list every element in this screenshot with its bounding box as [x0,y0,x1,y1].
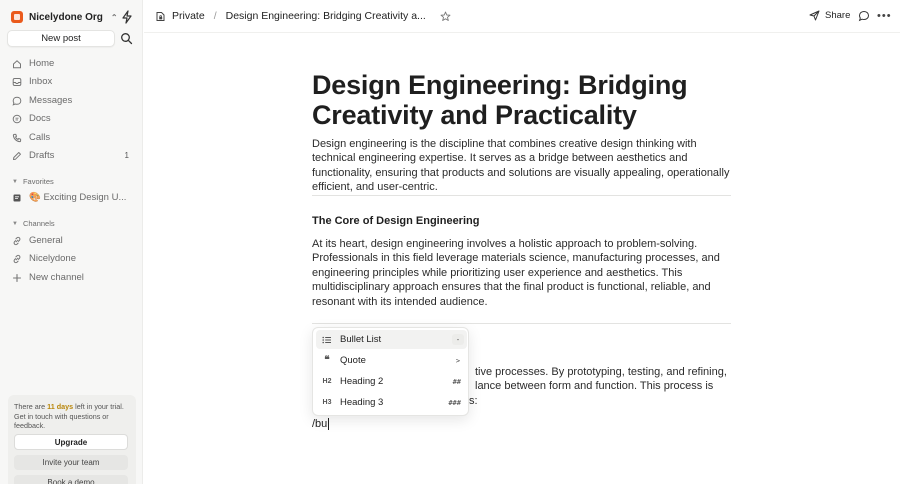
search-icon[interactable] [120,32,133,45]
triangle-down-icon: ▼ [12,220,18,227]
shortcut-hint: ### [448,398,461,407]
typing-line[interactable]: /bu [312,418,330,430]
sidebar-item-label: Docs [29,113,51,124]
sidebar: Nicelydone Org ⌃ New post Home Inbox Mes… [0,0,143,484]
menu-item-label: Bullet List [340,334,382,345]
sidebar-item-label: Home [29,58,55,69]
trial-message: There are 11 days left in your trial. Ge… [14,402,130,431]
page-title[interactable]: Design Engineering: Bridging Creativity … [312,70,732,130]
divider [312,195,731,196]
slash-command-menu: Bullet List - ❝ Quote > H2 Heading 2 ## … [312,327,469,416]
upgrade-button[interactable]: Upgrade [14,434,128,450]
menu-item-quote[interactable]: ❝ Quote > [316,351,467,370]
inbox-icon [12,77,22,86]
org-name: Nicelydone Org [29,11,103,23]
typed-command: /bu [312,418,328,430]
sidebar-item-label: Drafts [29,150,55,161]
sidebar-item-label: Inbox [29,76,53,87]
trial-banner: There are 11 days left in your trial. Ge… [8,395,136,484]
new-channel-label: New channel [29,272,84,283]
comment-icon[interactable] [858,10,870,22]
heading-2-icon: H2 [322,378,332,385]
top-bar: Private / Design Engineering: Bridging C… [144,0,900,33]
triangle-down-icon: ▼ [12,178,18,185]
menu-item-bullet-list[interactable]: Bullet List - [316,330,467,349]
drafts-count-badge: 1 [124,151,129,160]
text-caret [328,418,330,430]
shortcut-hint: - [452,334,464,345]
sidebar-item-label: Calls [29,132,51,143]
sidebar-item-label: Nicelydone [29,253,76,264]
new-post-button[interactable]: New post [7,30,115,47]
sidebar-item-label: Messages [29,95,73,106]
chevron-updown-icon: ⌃ [110,12,118,22]
channels-label: Channels [22,219,55,228]
home-icon [13,59,21,68]
pencil-icon [13,151,21,160]
favorite-item-doc[interactable]: 🎨 Exciting Design U... [7,189,135,206]
favorites-section-toggle[interactable]: ▼ Favorites [12,177,54,186]
breadcrumb: Private / Design Engineering: Bridging C… [155,10,451,22]
org-logo-icon [11,11,23,23]
message-icon [12,96,22,106]
sidebar-item-messages[interactable]: Messages [7,92,135,109]
partial-text-line[interactable]: lance between form and function. This pr… [475,379,713,393]
invite-team-button[interactable]: Invite your team [14,455,128,470]
new-channel-button[interactable]: New channel [7,269,135,286]
plus-icon [12,273,22,282]
sidebar-item-inbox[interactable]: Inbox [7,73,135,90]
more-options-icon[interactable]: ••• [877,11,892,22]
section-paragraph[interactable]: At its heart, design engineering involve… [312,237,732,309]
shortcut-hint: > [455,356,461,365]
doc-icon [12,114,22,123]
sidebar-item-calls[interactable]: Calls [7,129,135,146]
partial-text-line[interactable]: s: [469,394,478,408]
share-label: Share [825,10,851,21]
trial-text-before: There are [14,402,48,411]
phone-icon [12,133,22,142]
link-icon [13,236,21,245]
org-switcher[interactable]: Nicelydone Org ⌃ [11,9,118,25]
intro-paragraph[interactable]: Design engineering is the discipline tha… [312,137,732,195]
link-icon [13,254,21,263]
menu-item-label: Heading 2 [340,376,384,387]
lightning-icon[interactable] [121,10,133,24]
lock-doc-icon [156,11,165,21]
breadcrumb-separator: / [213,10,217,22]
channels-section-toggle[interactable]: ▼ Channels [12,219,55,228]
menu-item-label: Heading 3 [340,397,384,408]
breadcrumb-doc-title[interactable]: Design Engineering: Bridging Creativity … [226,10,426,22]
menu-item-heading-3[interactable]: H3 Heading 3 ### [316,393,467,412]
section-heading[interactable]: The Core of Design Engineering [312,215,732,227]
book-demo-button[interactable]: Book a demo [14,475,128,484]
quote-icon: ❝ [324,355,330,366]
partial-text-line[interactable]: tive processes. By prototyping, testing,… [475,365,727,379]
send-icon [809,10,820,21]
divider [312,323,731,324]
sidebar-item-home[interactable]: Home [7,55,135,72]
list-icon [320,336,334,344]
heading-3-icon: H3 [322,399,332,406]
sidebar-item-general[interactable]: General [7,232,135,249]
trial-days-remaining: 11 days [47,402,74,411]
favorites-label: Favorites [22,177,54,186]
document-icon [13,194,21,201]
share-button[interactable]: Share [809,10,850,21]
star-icon[interactable] [440,11,451,22]
sidebar-item-label: General [29,235,63,246]
favorite-item-label: 🎨 Exciting Design U... [29,192,127,203]
sidebar-item-nicelydone[interactable]: Nicelydone [7,250,135,267]
shortcut-hint: ## [452,377,461,386]
breadcrumb-private[interactable]: Private [172,10,205,22]
menu-item-heading-2[interactable]: H2 Heading 2 ## [316,372,467,391]
sidebar-item-drafts[interactable]: Drafts 1 [7,147,135,164]
menu-item-label: Quote [340,355,366,366]
sidebar-item-docs[interactable]: Docs [7,110,135,127]
